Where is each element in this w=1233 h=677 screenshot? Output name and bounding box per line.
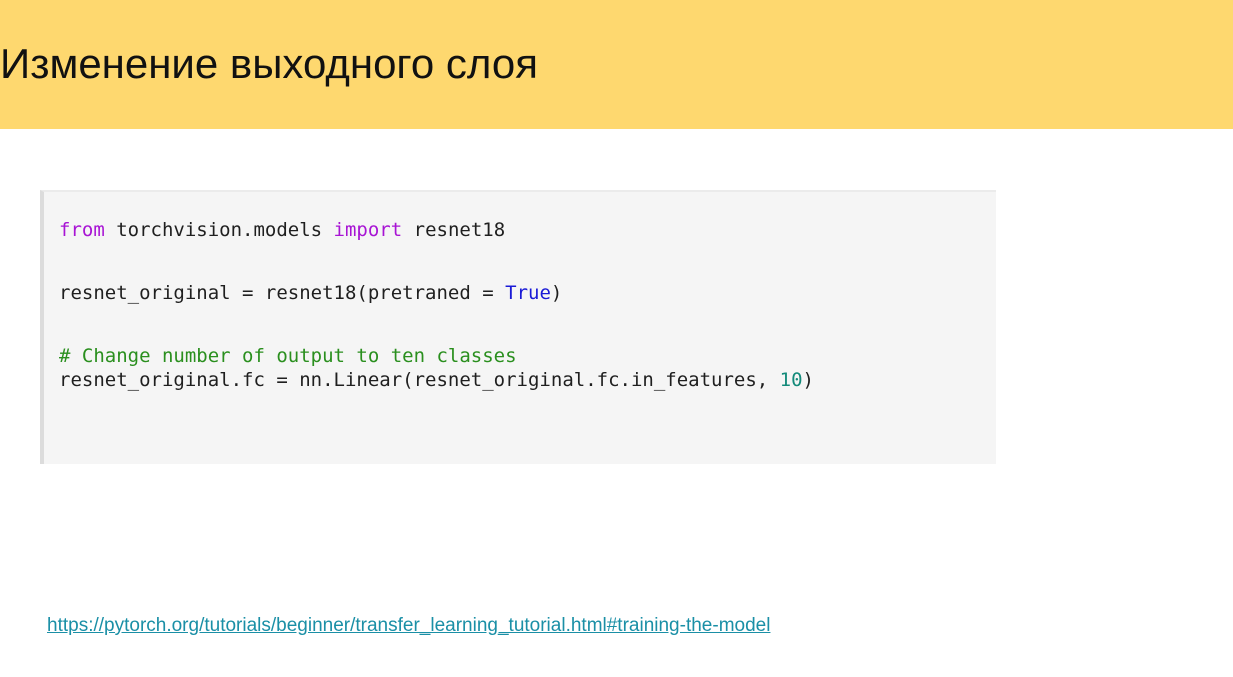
slide-title: Изменение выходного слоя [0, 40, 538, 87]
module-name: torchvision.models [104, 219, 334, 241]
code-block: from torchvision.models import resnet18 … [40, 190, 996, 464]
number-literal: 10 [779, 369, 803, 391]
code-text: resnet_original.fc = nn.Linear(resnet_or… [59, 369, 780, 391]
reference-link[interactable]: https://pytorch.org/tutorials/beginner/t… [47, 614, 770, 638]
boolean-literal: True [505, 282, 551, 304]
code-text: ) [802, 369, 814, 391]
code-line-import: from torchvision.models import resnet18 [59, 218, 505, 242]
code-line-replace-fc: resnet_original.fc = nn.Linear(resnet_or… [59, 368, 814, 392]
code-line-assign-model: resnet_original = resnet18(pretraned = T… [59, 281, 562, 305]
code-comment: # Change number of output to ten classes [59, 345, 517, 367]
keyword-import: import [333, 219, 403, 241]
imported-name: resnet18 [402, 219, 506, 241]
keyword-from: from [59, 219, 105, 241]
title-bar: Изменение выходного слоя [0, 0, 1233, 129]
code-text: ) [550, 282, 563, 304]
code-text: resnet_original = resnet18(pretraned = [59, 282, 506, 304]
